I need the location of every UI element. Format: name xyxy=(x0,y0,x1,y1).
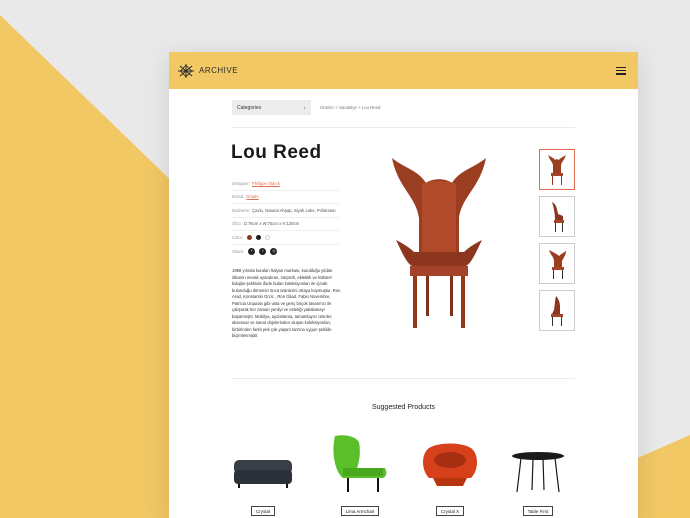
product-label: Crystal xyxy=(250,506,275,516)
color-label: Color: xyxy=(232,234,244,240)
thumbnail-side[interactable] xyxy=(539,196,575,237)
breadcrumb[interactable]: Ürünler > Sandalye > Lou Reed xyxy=(320,105,380,110)
product-label: Lima Armchair xyxy=(340,506,380,516)
divider xyxy=(232,378,575,379)
facebook-icon[interactable]: f xyxy=(248,247,256,255)
top-bar: ARCHIVE xyxy=(169,52,638,89)
arrow-down-icon: ↓ xyxy=(303,104,307,111)
crystal-sofa-image xyxy=(234,460,292,488)
suggested-product-crystal[interactable]: Crystal xyxy=(232,452,294,516)
brand-link[interactable]: Driade xyxy=(246,194,258,199)
designer-label: Designer: xyxy=(232,180,250,186)
hamburger-icon[interactable] xyxy=(616,66,626,75)
crystal-x-chair-image xyxy=(423,443,477,486)
lima-armchair-image xyxy=(333,435,387,492)
attr-brand: Brand: Driade xyxy=(232,191,340,204)
category-dropdown[interactable]: Categories ↓ xyxy=(232,100,311,115)
product-label: Crystal X xyxy=(435,506,465,516)
suggested-products-title: Suggested Products xyxy=(371,404,436,411)
instagram-icon[interactable]: ◎ xyxy=(270,247,278,255)
divider xyxy=(232,127,575,128)
attr-material: Malzeme: Çavlu, Natural Ahşap, Siyah Lak… xyxy=(232,204,340,218)
material-label: Malzeme: xyxy=(232,207,251,213)
twitter-icon[interactable]: t xyxy=(259,247,267,255)
logo-text: ARCHIVE xyxy=(199,66,239,75)
designer-link[interactable]: Philippe Starck xyxy=(252,181,280,186)
brand-label: Brand: xyxy=(232,194,245,200)
size-label: Ölçü: xyxy=(232,221,242,227)
thumbnail-angle[interactable] xyxy=(539,243,575,284)
attr-designer: Designer: Philippe Starck xyxy=(232,177,340,191)
color-swatch-black[interactable] xyxy=(256,234,262,240)
thumbnail-back[interactable] xyxy=(539,290,575,331)
archive-logo-icon xyxy=(178,63,194,78)
size-value: D:76cm x W:75cm x H:120cm xyxy=(243,221,300,227)
category-dropdown-label: Categories xyxy=(237,104,262,111)
product-attributes: Designer: Philippe Starck Brand: Driade … xyxy=(232,177,340,258)
product-label: Table First xyxy=(522,506,554,516)
table-first-image xyxy=(512,452,564,493)
suggested-product-crystal-x[interactable]: Crystal X xyxy=(419,442,481,516)
color-swatch-white[interactable] xyxy=(265,234,271,240)
logo[interactable]: ARCHIVE xyxy=(177,63,238,79)
product-title: Lou Reed xyxy=(231,142,322,163)
thumbnail-front[interactable] xyxy=(539,149,575,190)
suggested-product-lima[interactable]: Lima Armchair xyxy=(329,432,391,516)
thumbnail-list xyxy=(539,149,575,331)
color-swatch-brown[interactable] xyxy=(247,234,253,240)
product-page-window: ARCHIVE Categories ↓ Ürünler > Sandalye … xyxy=(169,52,638,518)
material-value: Çavlu, Natural Ahşap, Siyah Lake, Poliür… xyxy=(252,207,336,213)
attr-size: Ölçü: D:76cm x W:75cm x H:120cm xyxy=(232,218,340,231)
attr-share: Share: f t ◎ xyxy=(232,245,340,259)
product-description: 1968 yılında kurulan İtalyan markası, ku… xyxy=(232,268,341,338)
suggested-product-table-first[interactable]: Table First xyxy=(507,450,569,516)
share-label: Share: xyxy=(232,248,245,254)
attr-color: Color: xyxy=(232,231,340,245)
main-product-image[interactable] xyxy=(384,148,494,338)
filter-row: Categories ↓ Ürünler > Sandalye > Lou Re… xyxy=(232,100,380,115)
